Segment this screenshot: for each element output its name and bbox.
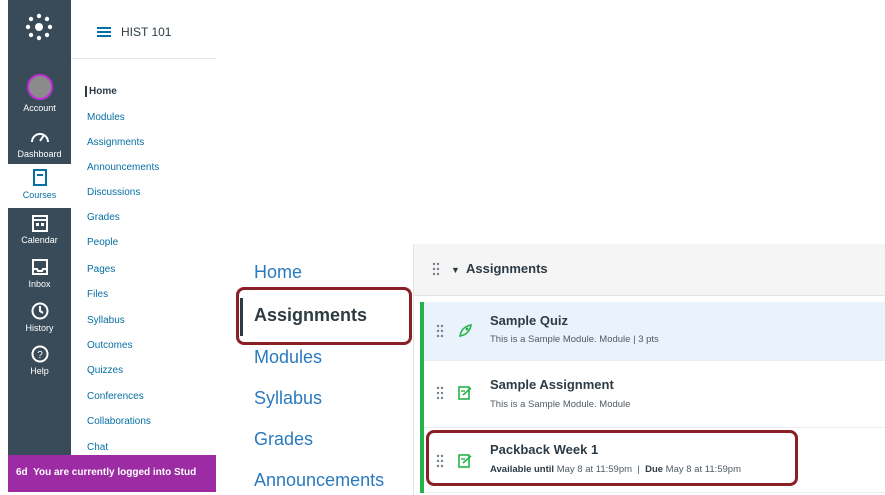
course-navigation: HIST 101 Home Modules Assignments Announ…: [71, 0, 216, 492]
nav-label: Account: [23, 103, 56, 113]
courses-icon: [32, 169, 47, 186]
course-menu-syllabus[interactable]: Syllabus: [87, 315, 125, 326]
student-view-text: You are currently logged into Stud: [33, 467, 197, 478]
nav-inbox[interactable]: Inbox: [8, 257, 71, 289]
hamburger-menu-icon[interactable]: [97, 27, 111, 37]
course-menu-files[interactable]: Files: [87, 289, 108, 300]
nav-help[interactable]: ? Help: [8, 344, 71, 376]
dashboard-icon: [30, 133, 49, 143]
nav-dashboard[interactable]: Dashboard: [8, 127, 71, 159]
drag-handle-icon[interactable]: [436, 324, 444, 338]
course-menu-modules[interactable]: Modules: [87, 112, 125, 123]
packback-highlight-box: [426, 430, 798, 486]
course-menu-people[interactable]: People: [87, 237, 118, 248]
course-menu-assignments[interactable]: Assignments: [87, 137, 144, 148]
canvas-logo-icon[interactable]: [22, 10, 56, 44]
svg-text:?: ?: [37, 350, 43, 361]
course-menu-chat[interactable]: Chat: [87, 442, 108, 453]
course-menu-home[interactable]: Home: [85, 86, 117, 97]
module-item[interactable]: Sample Quiz This is a Sample Module. Mod…: [424, 302, 885, 361]
module-item-title[interactable]: Sample Assignment: [490, 377, 614, 392]
account-avatar: [26, 74, 53, 100]
quiz-rocket-icon: [459, 324, 472, 337]
course-menu-quizzes[interactable]: Quizzes: [87, 365, 123, 376]
assignments-highlight-box: [236, 287, 412, 345]
nav-label: Inbox: [28, 279, 51, 289]
course-menu-pages[interactable]: Pages: [87, 264, 115, 275]
assignment-icon: [458, 386, 472, 400]
module-panel: ▼ Assignments Sample Quiz This is a Samp…: [413, 244, 885, 495]
course-menu-outcomes[interactable]: Outcomes: [87, 340, 133, 351]
nav-label: History: [25, 323, 54, 333]
nav-label: Calendar: [21, 235, 58, 245]
nav-label: Dashboard: [17, 149, 62, 159]
inbox-icon: [31, 259, 48, 275]
drag-handle-icon[interactable]: [436, 386, 444, 400]
calendar-icon: [31, 215, 48, 232]
module-header[interactable]: ▼ Assignments: [414, 244, 885, 296]
student-view-icon: 6d: [16, 467, 28, 478]
zoom-menu-announcements[interactable]: Announcements: [254, 470, 384, 491]
student-view-banner: 6d You are currently logged into Stud: [8, 455, 216, 492]
zoom-menu-syllabus[interactable]: Syllabus: [254, 388, 322, 409]
nav-account[interactable]: Account: [8, 74, 71, 113]
nav-courses[interactable]: Courses: [8, 164, 71, 208]
zoom-menu-grades[interactable]: Grades: [254, 429, 313, 450]
course-topbar: HIST 101: [71, 0, 216, 59]
global-navigation: Account Dashboard Courses Calendar Inbox…: [8, 0, 72, 492]
module-item-subtitle: This is a Sample Module. Module | 3 pts: [490, 334, 659, 345]
course-menu-announcements[interactable]: Announcements: [87, 162, 159, 173]
zoom-menu-home[interactable]: Home: [254, 262, 302, 283]
history-icon: [31, 302, 48, 320]
nav-label: Courses: [22, 190, 57, 200]
module-item[interactable]: Sample Assignment This is a Sample Modul…: [424, 361, 885, 428]
module-title: Assignments: [466, 261, 548, 276]
nav-label: Help: [30, 366, 49, 376]
course-menu-discussions[interactable]: Discussions: [87, 187, 140, 198]
course-title[interactable]: HIST 101: [121, 25, 171, 39]
caret-down-icon[interactable]: ▼: [451, 265, 460, 275]
canvas-left-screenshot: Account Dashboard Courses Calendar Inbox…: [8, 0, 216, 492]
help-icon: ?: [31, 345, 48, 363]
nav-history[interactable]: History: [8, 301, 71, 333]
course-menu-grades[interactable]: Grades: [87, 212, 120, 223]
module-item-title[interactable]: Sample Quiz: [490, 313, 568, 328]
zoom-menu-modules[interactable]: Modules: [254, 347, 322, 368]
nav-calendar[interactable]: Calendar: [8, 213, 71, 245]
course-menu-conferences[interactable]: Conferences: [87, 391, 144, 402]
canvas-zoom-screenshot: Home Assignments Modules Syllabus Grades…: [230, 244, 885, 495]
course-menu-collaborations[interactable]: Collaborations: [87, 416, 151, 427]
drag-handle-icon[interactable]: [432, 262, 440, 276]
module-item-subtitle: This is a Sample Module. Module: [490, 399, 631, 410]
